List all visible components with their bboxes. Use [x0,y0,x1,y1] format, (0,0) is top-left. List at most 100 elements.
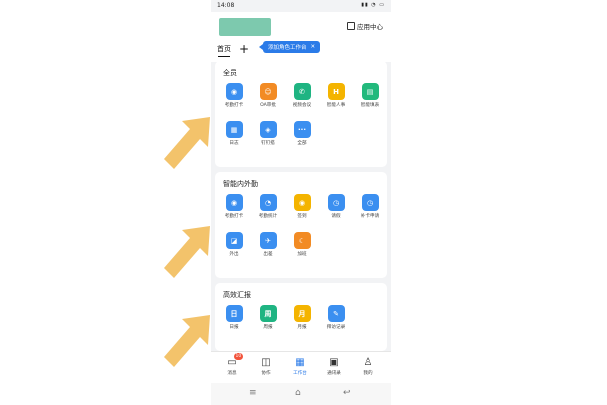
app-label: 钉钉搭 [261,141,275,146]
app-form[interactable]: ▤ 智能填表 [355,83,385,108]
app-label: 外出 [229,252,239,257]
app-weekly-report[interactable]: 周周报 [253,305,283,330]
annotation-arrow-2 [164,226,210,278]
clock-icon: ◷ [361,194,379,211]
app-label: 月报 [297,325,307,330]
app-center-label: 应用中心 [357,23,383,31]
app-label: 补卡申请 [360,214,380,219]
organization-name-block[interactable] [219,18,271,36]
header: 应用中心 首页 + 添加角色工作台 ✕ [211,12,391,62]
app-label: 出差 [263,252,273,257]
app-label: 日报 [229,325,239,330]
app-log[interactable]: ▦ 日志 [219,121,249,146]
app-label: 日志 [229,141,239,146]
home-icon[interactable]: ⌂ [295,388,301,398]
app-person-approval[interactable]: ☺ OA审批 [253,83,283,108]
add-role-workbench-tooltip[interactable]: 添加角色工作台 ✕ [258,41,321,53]
app-label: 考勤打卡 [224,103,244,108]
app-monthly-report[interactable]: 月月报 [287,305,317,330]
add-tab-button[interactable]: + [239,43,249,55]
tab-home[interactable]: 首页 [217,44,231,57]
app-label: 请假 [331,214,341,219]
nav-item-chat[interactable]: ▭ 10 消息 [217,353,247,376]
nav-item-contacts[interactable]: ▣ 通讯录 [319,357,349,376]
nav-item-collab[interactable]: ◫ 协作 [251,357,281,376]
nav-label: 消息 [227,371,237,376]
profile-icon: ♙ [363,357,373,368]
app-builder[interactable]: ◈ 钉钉搭 [253,121,283,146]
status-time: 14:08 [217,2,235,9]
app-clock[interactable]: ◷ 请假 [321,194,351,219]
app-visit-record[interactable]: ✎ 拜访记录 [321,305,351,330]
app-overtime[interactable]: ☾ 加班 [287,232,317,257]
app-label: 加班 [297,252,307,257]
hr-icon: H [327,83,345,100]
visit-record-icon: ✎ [327,305,345,322]
app-more[interactable]: ··· 全部 [287,121,317,146]
app-label: 智能填表 [360,103,380,108]
app-label: 全部 [297,141,307,146]
annotation-arrow-3 [164,315,210,367]
workbench-tabs: 首页 + [217,42,249,57]
nav-item-workbench[interactable]: ▦ 工作台 [285,357,315,376]
nav-item-profile[interactable]: ♙ 我的 [353,357,383,376]
annotation-arrow-1 [164,117,210,169]
checkin-icon: ◉ [293,194,311,211]
phone-call-icon: ✆ [293,83,311,100]
back-icon[interactable]: ↩ [343,388,351,398]
contacts-icon: ▣ [329,357,339,368]
overtime-icon: ☾ [293,232,311,249]
app-location-pin[interactable]: ◉ 考勤打卡 [219,194,249,219]
nav-label: 我的 [363,371,373,376]
menu-icon[interactable]: ≡ [249,388,257,398]
app-label: OA审批 [260,103,276,108]
workbench-icon: ▦ [295,357,305,368]
app-checkin[interactable]: ◉ 签到 [287,194,317,219]
status-icons: ▮▮ ◔ ▭ [361,2,385,8]
section-title: 智能内外勤 [223,180,258,188]
tooltip-text: 添加角色工作台 [268,45,307,51]
close-icon[interactable]: ✕ [311,44,316,50]
section-card-all-staff: 全员 ◉ 考勤打卡 ☺ OA审批 ✆ 视频会议 H 智能人事 ▤ 智能填表 ▦ 日志 ◈ 钉钉搭 ··· 全部 [215,61,387,167]
more-icon: ··· [293,121,311,138]
section-title: 全员 [223,69,237,77]
nav-label: 通讯录 [327,371,341,376]
app-label: 视频会议 [292,103,312,108]
app-center-button[interactable]: 应用中心 [347,21,383,31]
plane-icon: ✈ [259,232,277,249]
section-card-attendance: 智能内外勤 ◉ 考勤打卡 ◔ 考勤统计 ◉ 签到 ◷ 请假 ◷ 补卡申请 ◪ 外出 ✈ 出差 ☾ 加班 [215,172,387,278]
app-stats[interactable]: ◔ 考勤统计 [253,194,283,219]
monthly-report-icon: 月 [293,305,311,322]
daily-report-icon: 日 [225,305,243,322]
weekly-report-icon: 周 [259,305,277,322]
app-label: 周报 [263,325,273,330]
person-approval-icon: ☺ [259,83,277,100]
nav-label: 工作台 [293,371,307,376]
app-label: 拜访记录 [326,325,346,330]
nav-label: 协作 [261,371,271,376]
chat-icon: ▭ 10 [227,353,244,368]
app-label: 考勤统计 [258,214,278,219]
app-clock[interactable]: ◷ 补卡申请 [355,194,385,219]
section-card-reports: 高效汇报 日日报周周报月月报 ✎ 拜访记录 [215,283,387,351]
status-bar: 14:08 ▮▮ ◔ ▭ [211,0,391,12]
app-phone-call[interactable]: ✆ 视频会议 [287,83,317,108]
box-icon [347,22,355,30]
app-hr[interactable]: H 智能人事 [321,83,351,108]
location-pin-icon: ◉ [225,83,243,100]
app-daily-report[interactable]: 日日报 [219,305,249,330]
collab-icon: ◫ [261,357,271,368]
location-pin-icon: ◉ [225,194,243,211]
form-icon: ▤ [361,83,379,100]
app-plane[interactable]: ✈ 出差 [253,232,283,257]
app-location-pin[interactable]: ◉ 考勤打卡 [219,83,249,108]
system-navigation-bar: ≡ ⌂ ↩ [211,383,391,405]
app-label: 考勤打卡 [224,214,244,219]
stats-icon: ◔ [259,194,277,211]
section-title: 高效汇报 [223,291,251,299]
phone-screen: 14:08 ▮▮ ◔ ▭ 应用中心 首页 + 添加角色工作台 ✕ 全员 ◉ 考勤打… [211,0,391,405]
app-label: 签到 [297,214,307,219]
screenshot-stage: 14:08 ▮▮ ◔ ▭ 应用中心 首页 + 添加角色工作台 ✕ 全员 ◉ 考勤打… [0,0,607,405]
log-icon: ▦ [225,121,243,138]
app-outing[interactable]: ◪ 外出 [219,232,249,257]
